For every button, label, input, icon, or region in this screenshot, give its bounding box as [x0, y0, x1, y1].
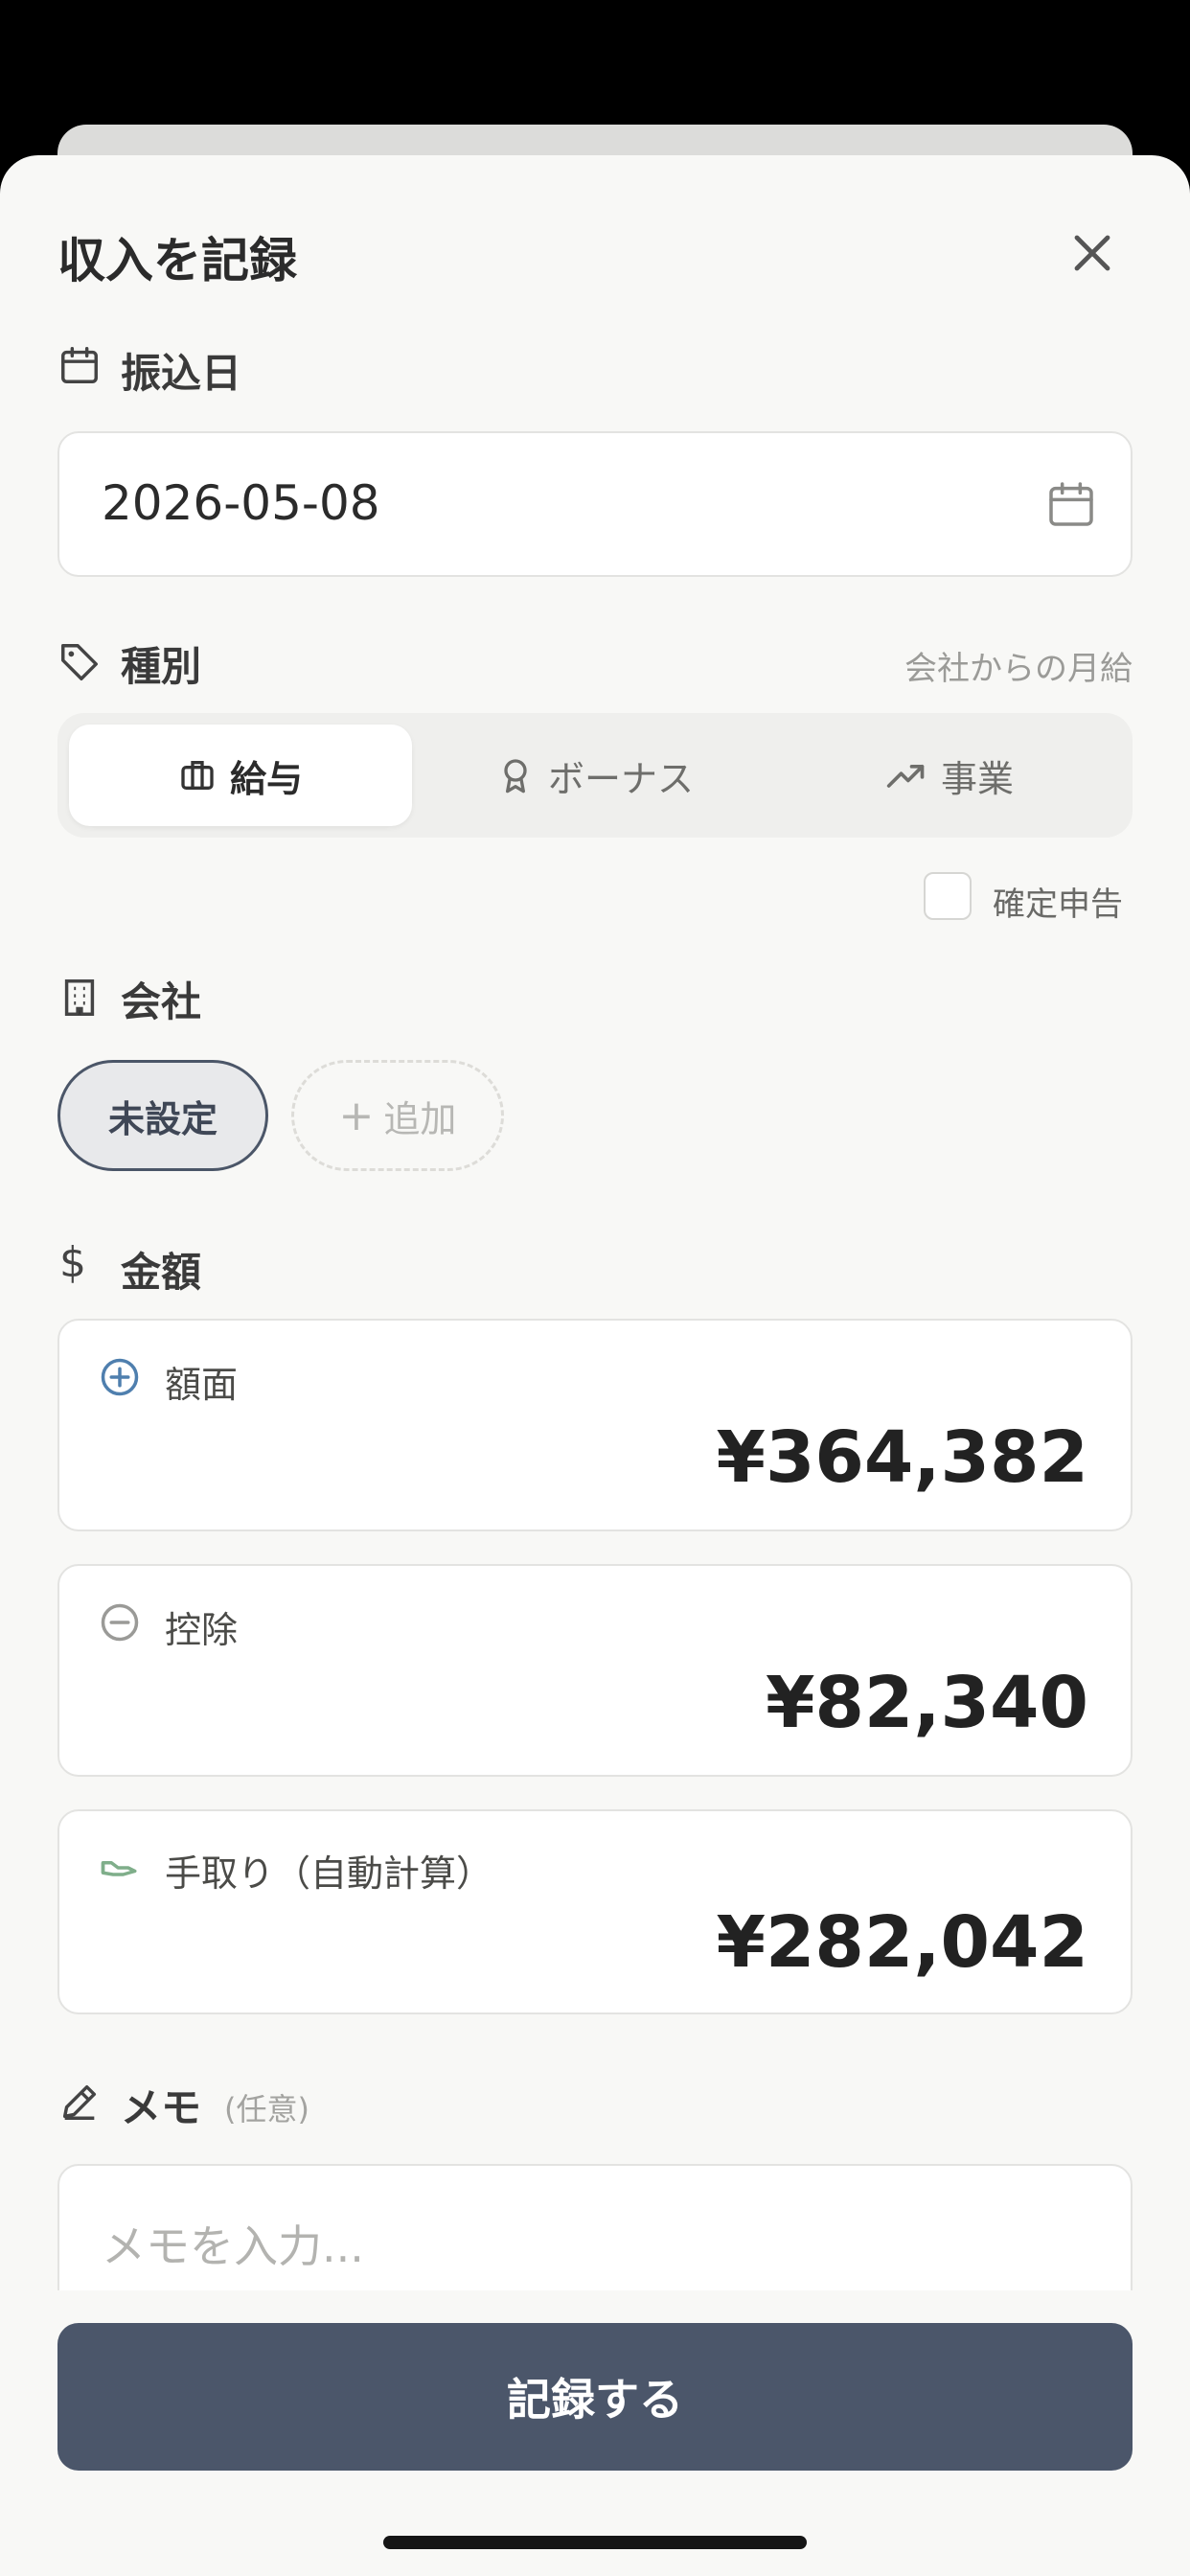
briefcase-icon [181, 761, 214, 790]
deduction-field[interactable]: 控除 ¥82,340 [57, 1564, 1133, 1777]
gross-amount-field[interactable]: 額面 ¥364,382 [57, 1319, 1133, 1531]
net-amount-field: 手取り（自動計算） ¥282,042 [57, 1809, 1133, 2014]
company-chip-unset[interactable]: 未設定 [57, 1060, 268, 1171]
net-label: 手取り（自動計算） [165, 1852, 493, 1895]
tab-salary-label: 給与 [229, 757, 303, 800]
company-chip-label: 未設定 [107, 1097, 217, 1140]
add-company-button[interactable]: + 追加 [291, 1060, 504, 1171]
income-record-sheet: 収入を記録 振込日 2026-05-08 種別 会社からの月給 給与 ボーナス … [0, 155, 1190, 2576]
amount-section-label: 金額 [121, 1249, 202, 1296]
tab-bonus-label: ボーナス [547, 757, 694, 800]
trending-up-icon [886, 765, 925, 788]
tag-icon [61, 644, 98, 680]
type-segmented-control: 給与 ボーナス 事業 [57, 713, 1133, 838]
memo-placeholder: メモを入力... [102, 2220, 364, 2272]
plus-circle-icon [101, 1358, 139, 1396]
building-icon [64, 979, 95, 1016]
deduction-value: ¥82,340 [765, 1662, 1088, 1744]
tab-salary[interactable]: 給与 [69, 724, 412, 826]
tab-bonus[interactable]: ボーナス [423, 724, 767, 826]
tab-business-label: 事業 [940, 757, 1014, 800]
dollar-icon: $ [59, 1238, 86, 1287]
memo-optional-label: (任意) [224, 2091, 309, 2128]
memo-section-label: メモ [121, 2084, 202, 2131]
type-hint: 会社からの月給 [904, 650, 1133, 688]
type-section-label: 種別 [121, 643, 202, 690]
sheet-title: 収入を記録 [57, 233, 297, 288]
minus-circle-icon [101, 1603, 139, 1642]
pencil-icon [62, 2084, 97, 2120]
plus-icon: + [338, 1091, 375, 1140]
home-indicator [383, 2536, 807, 2549]
gross-label: 額面 [165, 1364, 239, 1406]
close-icon[interactable] [1069, 230, 1115, 276]
company-section-label: 会社 [121, 978, 202, 1025]
date-input[interactable]: 2026-05-08 [57, 431, 1133, 577]
date-value: 2026-05-08 [102, 475, 380, 531]
submit-button[interactable]: 記録する [57, 2323, 1133, 2471]
deduction-label: 控除 [165, 1609, 239, 1651]
tab-business[interactable]: 事業 [778, 724, 1121, 826]
date-section-label: 振込日 [121, 350, 242, 397]
tax-return-label: 確定申告 [993, 886, 1123, 924]
award-icon [504, 759, 527, 794]
add-company-label: 追加 [383, 1097, 457, 1140]
gross-value: ¥364,382 [716, 1416, 1088, 1499]
hand-money-icon [101, 1861, 137, 1876]
tax-return-checkbox[interactable] [924, 872, 972, 920]
calendar-icon [61, 347, 98, 383]
net-value: ¥282,042 [716, 1901, 1088, 1984]
calendar-picker-icon[interactable] [1044, 477, 1098, 531]
